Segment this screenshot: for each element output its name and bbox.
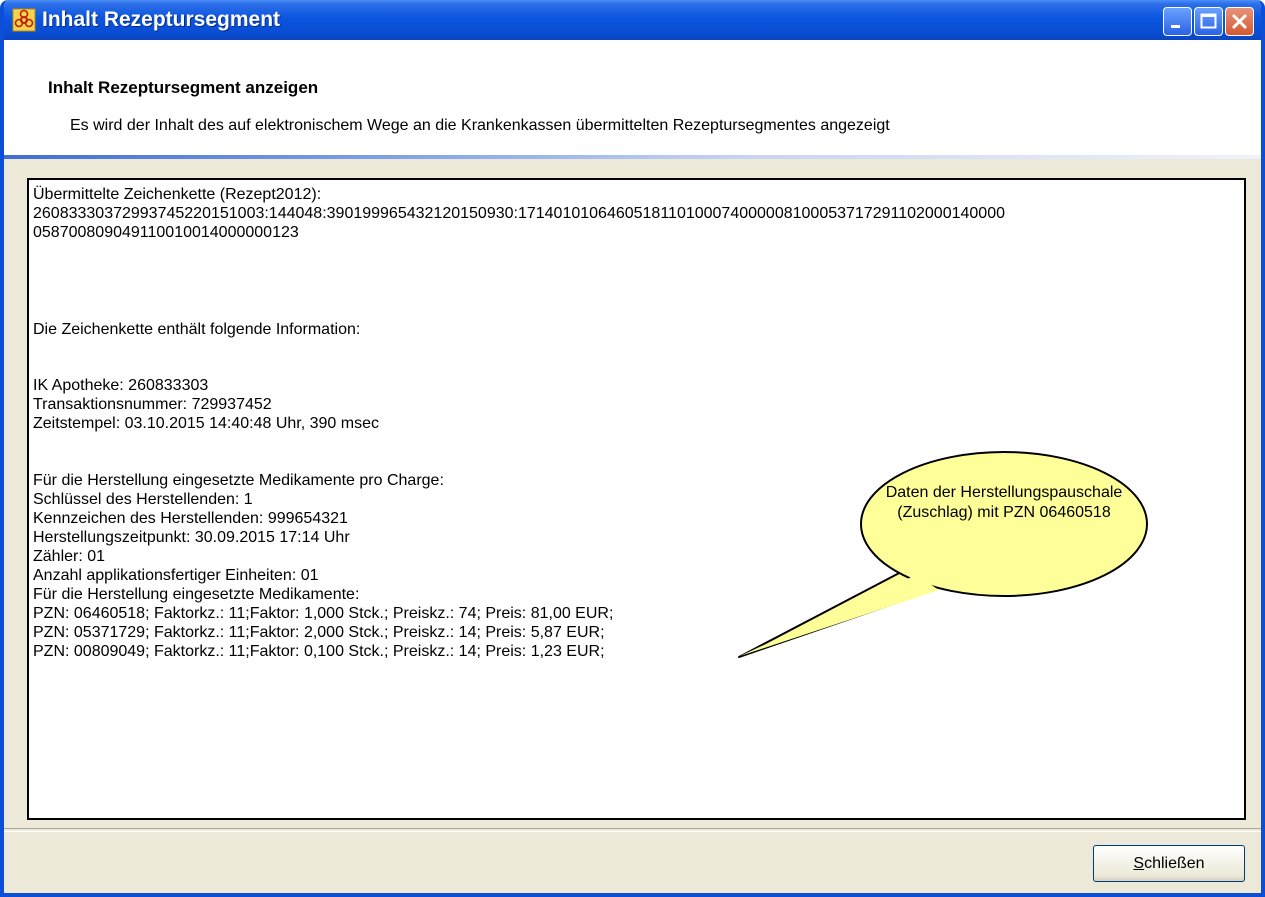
dialog-window: Inhalt Rezeptursegment Inhalt Rezepturse… — [0, 0, 1265, 897]
close-window-button[interactable] — [1225, 7, 1254, 36]
close-button[interactable]: Schließen — [1093, 845, 1245, 882]
content-line: Übermittelte Zeichenkette (Rezept2012): — [33, 186, 322, 203]
header-description: Es wird der Inhalt des auf elektronische… — [70, 117, 890, 134]
content-line: Kennzeichen des Herstellenden: 999654321 — [33, 510, 348, 527]
window-title: Inhalt Rezeptursegment — [42, 8, 281, 31]
close-icon — [1231, 13, 1248, 30]
maximize-button[interactable] — [1194, 7, 1223, 36]
header-separator — [4, 155, 1261, 159]
segment-content-box[interactable]: Übermittelte Zeichenkette (Rezept2012): … — [27, 178, 1246, 820]
content-line: Für die Herstellung eingesetzte Medikame… — [33, 472, 444, 489]
maximize-icon — [1200, 13, 1217, 29]
content-line: PZN: 05371729; Faktorkz.: 11;Faktor: 2,0… — [33, 624, 605, 641]
header-title: Inhalt Rezeptursegment anzeigen — [48, 78, 319, 97]
content-line: Transaktionsnummer: 729937452 — [33, 396, 272, 413]
close-button-label: Schließen — [1133, 854, 1205, 872]
title-bar[interactable]: Inhalt Rezeptursegment — [4, 0, 1261, 40]
footer-separator — [4, 828, 1261, 832]
content-line: PZN: 00809049; Faktorkz.: 11;Faktor: 0,1… — [33, 643, 605, 660]
content-line: Für die Herstellung eingesetzte Medikame… — [33, 586, 360, 603]
content-line: Herstellungszeitpunkt: 30.09.2015 17:14 … — [33, 529, 350, 546]
content-line: Anzahl applikationsfertiger Einheiten: 0… — [33, 567, 319, 584]
minimize-button[interactable] — [1163, 7, 1192, 36]
content-line: IK Apotheke: 260833303 — [33, 377, 209, 394]
content-line: Die Zeichenkette enthält folgende Inform… — [33, 321, 361, 338]
minimize-icon — [1171, 25, 1180, 28]
content-line: Zeitstempel: 03.10.2015 14:40:48 Uhr, 39… — [33, 415, 379, 432]
content-line: PZN: 06460518; Faktorkz.: 11;Faktor: 1,0… — [33, 605, 614, 622]
biohazard-icon — [12, 8, 36, 32]
dialog-header: Inhalt Rezeptursegment anzeigen Es wird … — [4, 40, 1261, 158]
content-line: Schlüssel des Herstellenden: 1 — [33, 491, 253, 508]
content-line: Zähler: 01 — [33, 548, 106, 565]
content-line: 26083330372993745220151003:144048:390199… — [33, 205, 1005, 222]
content-line: 058700809049110010014000000123 — [33, 224, 299, 241]
